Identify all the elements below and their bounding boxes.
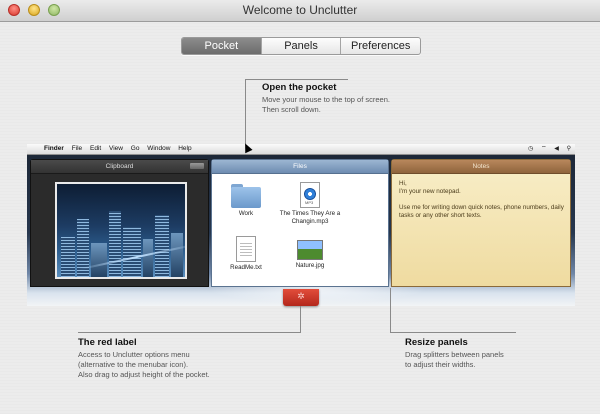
volume-icon[interactable]: ◀ — [554, 146, 559, 152]
file-item-work[interactable]: Work — [214, 184, 278, 218]
tab-pocket[interactable]: Pocket — [182, 38, 261, 54]
red-label-handle[interactable]: ✲ — [283, 289, 319, 306]
search-icon[interactable]: ⚲ — [567, 146, 571, 152]
building-5 — [123, 227, 141, 277]
resize-leader-line — [390, 288, 391, 332]
pocket-leader-line-top — [245, 79, 348, 80]
resize-leader-line-bottom — [390, 332, 516, 333]
welcome-window: Welcome to Unclutter Pocket Panels Prefe… — [0, 0, 600, 414]
wifi-icon[interactable]: ⌔ — [541, 146, 547, 152]
mac-menubar: Finder File Edit View Go Window Help ◷ ⌔… — [27, 144, 575, 155]
menu-file[interactable]: File — [72, 145, 82, 152]
image-file-icon — [297, 240, 323, 260]
red-label-leader-line — [300, 306, 301, 332]
tab-segmented-control: Pocket Panels Preferences — [181, 37, 421, 55]
audio-file-icon: MP3 — [300, 182, 320, 208]
building-7 — [155, 215, 169, 277]
window-title: Welcome to Unclutter — [242, 3, 358, 17]
building-3 — [91, 243, 107, 277]
folder-icon — [231, 184, 261, 208]
pocket-leader-line — [245, 79, 246, 145]
notes-line: Hi, — [399, 180, 407, 187]
building-4 — [109, 211, 121, 277]
file-item-nature[interactable]: Nature.jpg — [278, 240, 342, 270]
clipboard-header: Clipboard — [31, 160, 208, 174]
desktop-preview: Finder File Edit View Go Window Help ◷ ⌔… — [27, 144, 575, 306]
files-panel[interactable]: Files Work MP3 The Times They Are a Chan… — [211, 159, 389, 287]
building-6 — [143, 239, 153, 277]
file-item-mp3[interactable]: MP3 The Times They Are a Changin.mp3 — [278, 182, 342, 226]
files-header: Files — [212, 160, 388, 174]
menu-finder[interactable]: Finder — [44, 145, 64, 152]
resize-callout-title: Resize panels — [405, 337, 468, 348]
menu-go[interactable]: Go — [131, 145, 140, 152]
menu-window[interactable]: Window — [147, 145, 170, 152]
red-label-leader-line-bottom — [78, 332, 301, 333]
resize-callout-line-1: Drag splitters between panels — [405, 350, 504, 359]
title-bar: Welcome to Unclutter — [0, 0, 600, 22]
notes-line: Use me for writing down quick notes, pho… — [399, 204, 564, 219]
red-label-callout-line-2: (alternative to the menubar icon). — [78, 360, 189, 369]
red-label-callout-line-3: Also drag to adjust height of the pocket… — [78, 370, 210, 379]
clock-icon[interactable]: ◷ — [528, 146, 533, 152]
file-item-readme[interactable]: ReadMe.txt — [214, 236, 278, 272]
text-file-icon — [236, 236, 256, 262]
notes-panel[interactable]: Notes Hi, I'm your new notepad. Use me f… — [391, 159, 571, 287]
file-label: The Times They Are a Changin.mp3 — [279, 210, 341, 225]
notes-header: Notes — [392, 160, 570, 174]
clipboard-image[interactable] — [55, 182, 187, 279]
notes-textarea[interactable]: Hi, I'm your new notepad. Use me for wri… — [399, 180, 564, 220]
clipboard-view-toggle[interactable] — [190, 163, 204, 169]
file-label: Nature.jpg — [295, 262, 325, 269]
menu-edit[interactable]: Edit — [90, 145, 101, 152]
file-label: ReadMe.txt — [230, 264, 262, 271]
pocket-callout-line-2: Then scroll down. — [262, 105, 321, 114]
menu-help[interactable]: Help — [178, 145, 191, 152]
file-label: Work — [238, 210, 254, 217]
pocket-callout-line-1: Move your mouse to the top of screen. — [262, 95, 390, 104]
building-1 — [61, 237, 75, 277]
pocket-callout-title: Open the pocket — [262, 82, 337, 93]
tab-panels[interactable]: Panels — [260, 38, 341, 54]
notes-line: I'm your new notepad. — [399, 188, 461, 195]
building-8 — [171, 233, 183, 277]
tab-preferences[interactable]: Preferences — [340, 38, 420, 54]
red-label-callout-line-1: Access to Unclutter options menu — [78, 350, 190, 359]
gear-icon: ✲ — [297, 291, 305, 301]
resize-callout-line-2: to adjust their widths. — [405, 360, 476, 369]
clipboard-panel[interactable]: Clipboard — [30, 159, 209, 287]
menu-view[interactable]: View — [109, 145, 123, 152]
red-label-callout-title: The red label — [78, 337, 137, 348]
